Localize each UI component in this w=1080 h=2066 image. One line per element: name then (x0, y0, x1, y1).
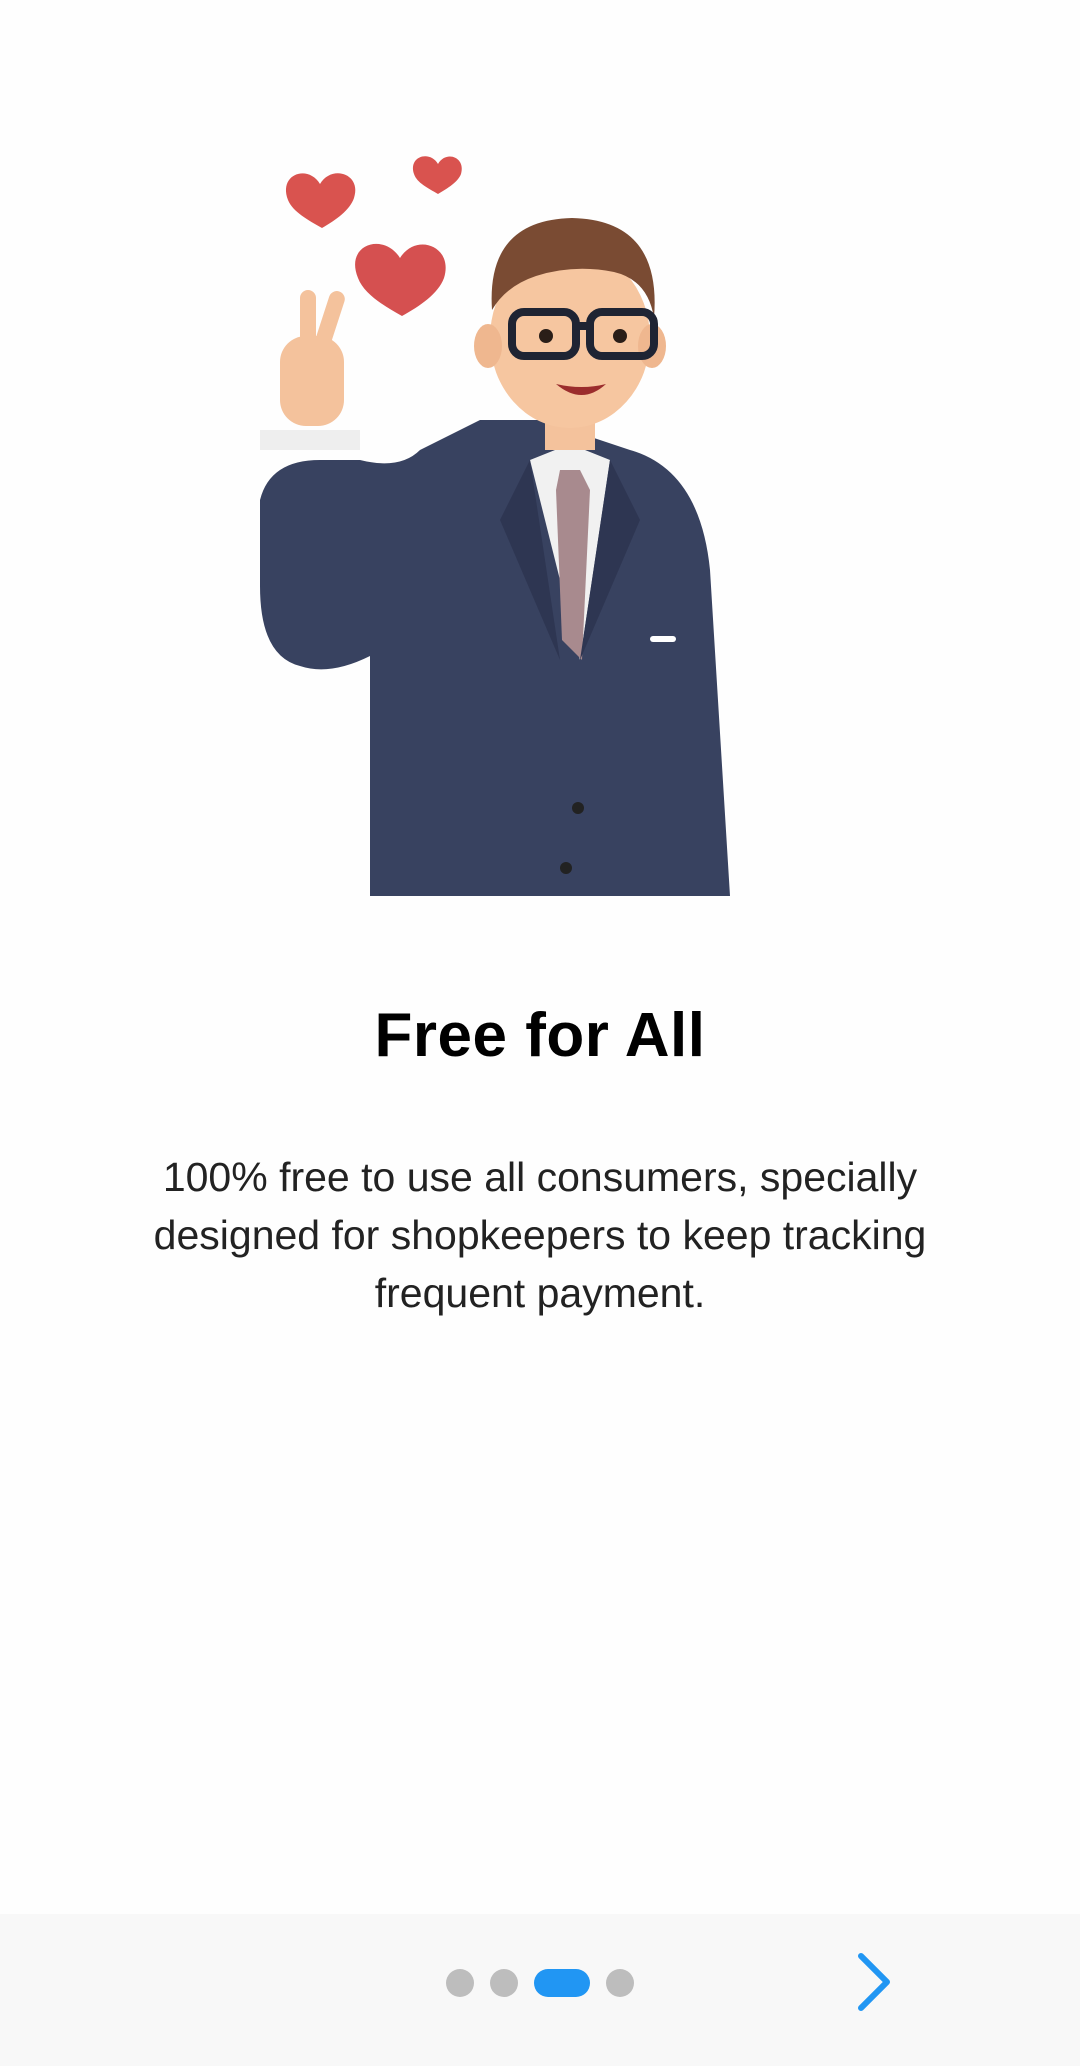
heart-icon (412, 156, 462, 194)
next-button[interactable] (838, 1936, 908, 2028)
page-description: 100% free to use all consumers, speciall… (153, 1154, 927, 1316)
page-indicator-dot[interactable] (606, 1969, 634, 1997)
bottom-navigation-bar (0, 1914, 1080, 2066)
page-indicator-dot-active[interactable] (534, 1969, 590, 1997)
page-indicator-dot[interactable] (490, 1969, 518, 1997)
chevron-right-icon (858, 1953, 890, 2011)
heart-icon (285, 173, 356, 228)
heart-icon (355, 243, 446, 316)
waving-businessman-illustration (260, 156, 730, 896)
page-indicator (446, 1968, 634, 1998)
page-title: Free for All (374, 1001, 706, 1070)
page-indicator-dot[interactable] (446, 1969, 474, 1997)
onboarding-illustration (260, 140, 840, 896)
